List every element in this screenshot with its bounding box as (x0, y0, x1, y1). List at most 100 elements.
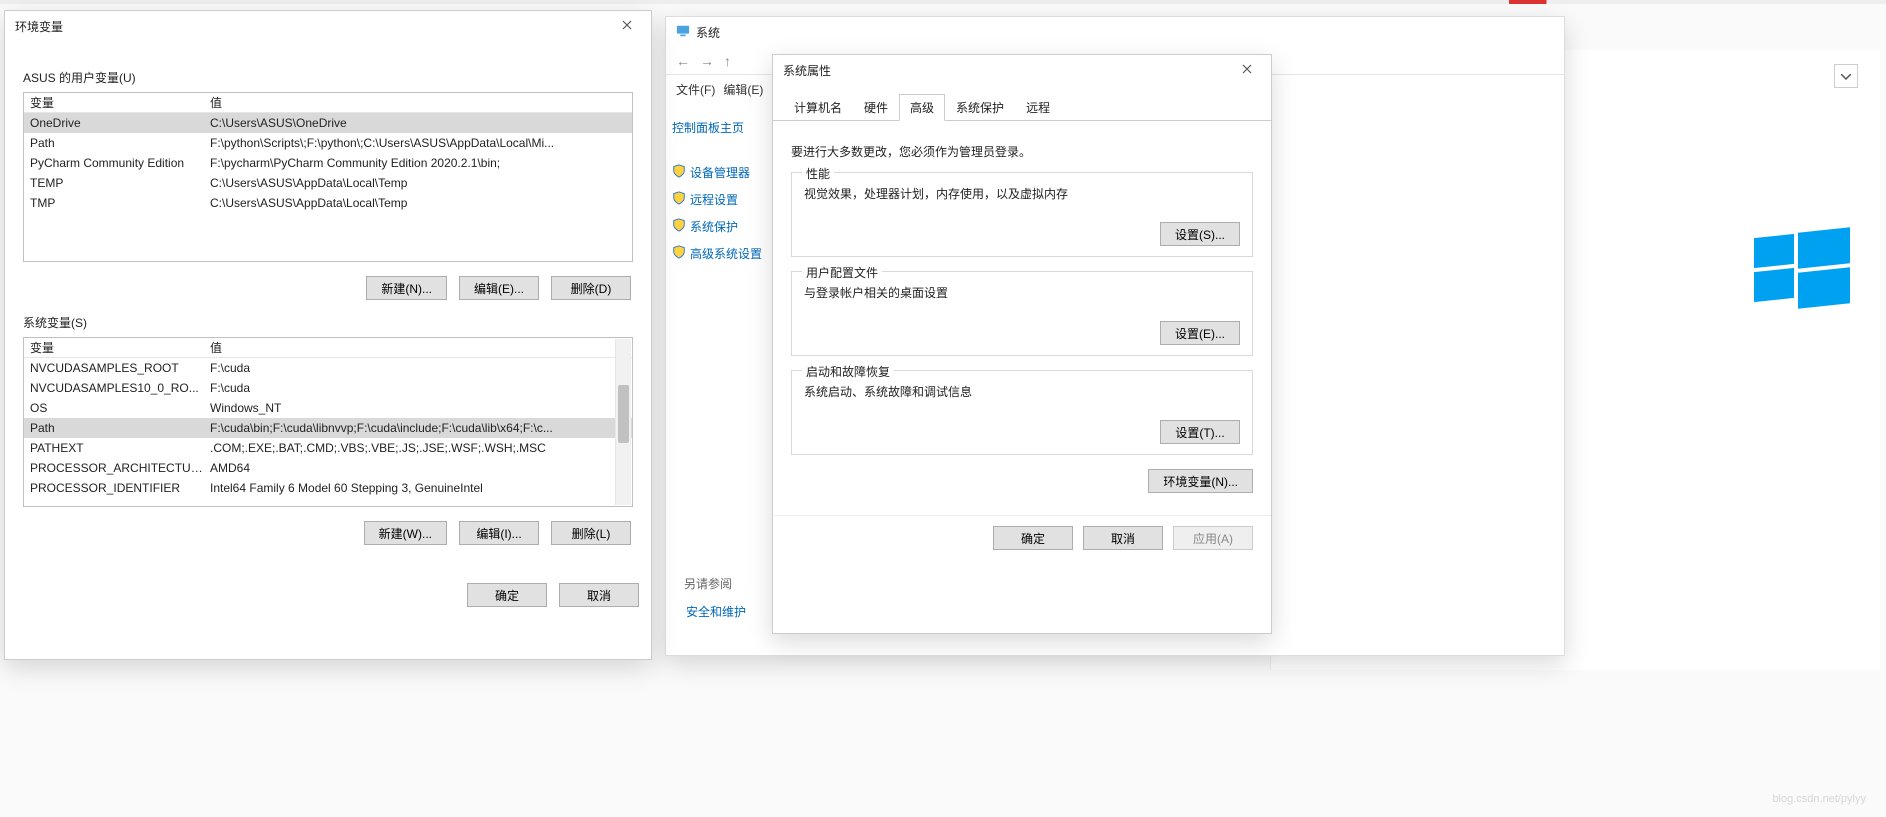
user-new-button[interactable]: 新建(N)... (366, 276, 447, 300)
ok-button[interactable]: 确定 (467, 583, 547, 607)
table-row[interactable]: PATHEXT.COM;.EXE;.BAT;.CMD;.VBS;.VBE;.JS… (24, 438, 632, 458)
table-row[interactable]: OSWindows_NT (24, 398, 632, 418)
cell-var-name: TMP (24, 196, 204, 210)
table-header-row: 变量 值 (24, 93, 632, 113)
cell-var-value: C:\Users\ASUS\OneDrive (204, 116, 632, 130)
table-row[interactable]: PathF:\python\Scripts\;F:\python\;C:\Use… (24, 133, 632, 153)
table-header-row: 变量 值 (24, 338, 632, 358)
user-vars-table[interactable]: 变量 值 OneDriveC:\Users\ASUS\OneDrivePathF… (23, 92, 633, 262)
group-legend: 性能 (802, 165, 834, 182)
performance-settings-button[interactable]: 设置(S)... (1160, 222, 1240, 246)
shield-icon (672, 191, 686, 208)
windows-logo-icon (1754, 230, 1850, 308)
group-desc: 与登录帐户相关的桌面设置 (804, 284, 1240, 301)
close-button[interactable] (609, 14, 645, 38)
system-new-button[interactable]: 新建(W)... (364, 521, 447, 545)
cancel-button[interactable]: 取消 (559, 583, 639, 607)
watermark-text: blog.csdn.net/pylyy (1772, 793, 1866, 805)
close-icon (1242, 63, 1252, 77)
tab-strip: 计算机名 硬件 高级 系统保护 远程 (773, 85, 1271, 121)
cell-var-name: TEMP (24, 176, 204, 190)
table-row[interactable]: NVCUDASAMPLES10_0_RO...F:\cuda (24, 378, 632, 398)
tab-system-protection[interactable]: 系统保护 (945, 94, 1015, 121)
system-delete-button[interactable]: 删除(L) (551, 521, 631, 545)
startup-recovery-group: 启动和故障恢复 系统启动、系统故障和调试信息 设置(T)... (791, 370, 1253, 455)
see-also-section: 另请参阅 安全和维护 (684, 575, 748, 625)
col-name-header[interactable]: 变量 (24, 339, 204, 356)
cell-var-value: C:\Users\ASUS\AppData\Local\Temp (204, 176, 632, 190)
table-row[interactable]: PROCESSOR_IDENTIFIERIntel64 Family 6 Mod… (24, 478, 632, 498)
user-vars-label: ASUS 的用户变量(U) (23, 69, 633, 86)
user-profile-settings-button[interactable]: 设置(E)... (1160, 321, 1240, 345)
cell-var-name: PyCharm Community Edition (24, 156, 204, 170)
tab-remote[interactable]: 远程 (1015, 94, 1061, 121)
cancel-button[interactable]: 取消 (1083, 526, 1163, 550)
titlebar: 系统属性 (773, 55, 1271, 85)
nav-forward-button[interactable]: → (700, 53, 714, 69)
table-row[interactable]: TEMPC:\Users\ASUS\AppData\Local\Temp (24, 173, 632, 193)
menu-file[interactable]: 文件(F) (676, 81, 715, 98)
apply-button[interactable]: 应用(A) (1173, 526, 1253, 550)
table-row[interactable]: OneDriveC:\Users\ASUS\OneDrive (24, 113, 632, 133)
sidebar-link-remote-settings[interactable]: 远程设置 (670, 186, 771, 213)
advanced-tab-page: 要进行大多数更改，您必须作为管理员登录。 性能 视觉效果，处理器计划，内存使用，… (773, 121, 1271, 515)
table-row[interactable]: PROCESSOR_ARCHITECTUREAMD64 (24, 458, 632, 478)
tab-advanced[interactable]: 高级 (899, 94, 945, 121)
dropdown-button[interactable] (1834, 64, 1858, 88)
environment-variables-dialog: 环境变量 ASUS 的用户变量(U) 变量 值 OneDriveC:\Users… (4, 10, 652, 660)
cell-var-value: F:\cuda (204, 361, 632, 375)
table-row[interactable]: PyCharm Community EditionF:\pycharm\PyCh… (24, 153, 632, 173)
table-row[interactable]: TMPC:\Users\ASUS\AppData\Local\Temp (24, 193, 632, 213)
sidebar-home-link[interactable]: 控制面板主页 (670, 114, 771, 141)
menu-edit[interactable]: 编辑(E) (723, 81, 763, 98)
close-button[interactable] (1229, 58, 1265, 82)
nav-back-button[interactable]: ← (676, 53, 690, 69)
user-edit-button[interactable]: 编辑(E)... (459, 276, 539, 300)
table-row[interactable]: NVCUDASAMPLES_ROOTF:\cuda (24, 358, 632, 378)
sidebar-link-system-protection[interactable]: 系统保护 (670, 213, 771, 240)
system-edit-button[interactable]: 编辑(I)... (459, 521, 539, 545)
tab-hardware[interactable]: 硬件 (853, 94, 899, 121)
sidebar-link-advanced-system-settings[interactable]: 高级系统设置 (670, 240, 771, 267)
col-name-header[interactable]: 变量 (24, 94, 204, 111)
group-legend: 用户配置文件 (802, 264, 882, 281)
table-row[interactable]: PathF:\cuda\bin;F:\cuda\libnvvp;F:\cuda\… (24, 418, 632, 438)
shield-icon (672, 245, 686, 262)
chevron-down-icon (1841, 69, 1851, 83)
sidebar: 控制面板主页 设备管理器 远程设置 系统保护 (666, 104, 776, 277)
col-value-header[interactable]: 值 (204, 339, 632, 356)
tab-computer-name[interactable]: 计算机名 (783, 94, 853, 121)
cell-var-name: PROCESSOR_IDENTIFIER (24, 481, 204, 495)
user-delete-button[interactable]: 删除(D) (551, 276, 631, 300)
system-vars-table[interactable]: 变量 值 NVCUDASAMPLES_ROOTF:\cudaNVCUDASAMP… (23, 337, 633, 507)
group-legend: 启动和故障恢复 (802, 363, 894, 380)
cell-var-name: NVCUDASAMPLES10_0_RO... (24, 381, 204, 395)
cell-var-value: Windows_NT (204, 401, 632, 415)
shield-icon (672, 164, 686, 181)
system-vars-button-row: 新建(W)... 编辑(I)... 删除(L) (23, 521, 631, 545)
scrollbar[interactable] (615, 339, 631, 505)
col-value-header[interactable]: 值 (204, 94, 632, 111)
cell-var-value: Intel64 Family 6 Model 60 Stepping 3, Ge… (204, 481, 632, 495)
see-also-link-security[interactable]: 安全和维护 (684, 598, 748, 625)
cell-var-name: OneDrive (24, 116, 204, 130)
ok-button[interactable]: 确定 (993, 526, 1073, 550)
scrollbar-thumb[interactable] (618, 385, 629, 443)
group-desc: 系统启动、系统故障和调试信息 (804, 383, 1240, 400)
cell-var-name: NVCUDASAMPLES_ROOT (24, 361, 204, 375)
dialog-button-row: 确定 取消 (5, 583, 639, 607)
see-also-title: 另请参阅 (684, 575, 748, 592)
titlebar: 环境变量 (5, 11, 651, 41)
cell-var-name: PROCESSOR_ARCHITECTURE (24, 461, 204, 475)
cell-var-value: F:\python\Scripts\;F:\python\;C:\Users\A… (204, 136, 632, 150)
startup-settings-button[interactable]: 设置(T)... (1160, 420, 1240, 444)
environment-variables-button[interactable]: 环境变量(N)... (1148, 469, 1253, 493)
cell-var-value: .COM;.EXE;.BAT;.CMD;.VBS;.VBE;.JS;.JSE;.… (204, 441, 632, 455)
nav-up-button[interactable]: ↑ (724, 53, 731, 69)
titlebar: 系统 (666, 17, 1564, 47)
cell-var-value: F:\cuda (204, 381, 632, 395)
sidebar-link-device-manager[interactable]: 设备管理器 (670, 159, 771, 186)
top-strip (0, 0, 1886, 4)
window-title: 系统 (696, 24, 720, 41)
cell-var-value: AMD64 (204, 461, 632, 475)
